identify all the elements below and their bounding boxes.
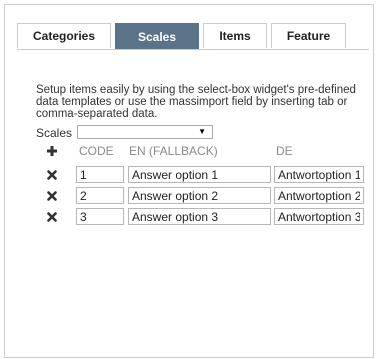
en-fallback-input[interactable] xyxy=(128,187,271,204)
code-input[interactable] xyxy=(76,208,124,225)
table-row xyxy=(0,208,381,226)
table-row xyxy=(0,166,381,184)
times-icon[interactable] xyxy=(47,212,57,222)
tab-bar: Categories Scales Items Feature xyxy=(17,23,369,50)
tab-feature[interactable]: Feature xyxy=(271,23,346,48)
tab-items[interactable]: Items xyxy=(203,23,267,48)
help-text: Setup items easily by using the select-b… xyxy=(36,84,356,120)
scales-select[interactable]: ▼ xyxy=(77,125,213,139)
tab-scales[interactable]: Scales xyxy=(115,23,199,49)
code-input[interactable] xyxy=(76,187,124,204)
de-input[interactable] xyxy=(274,187,364,204)
times-icon[interactable] xyxy=(47,170,57,180)
de-input[interactable] xyxy=(274,208,364,225)
tab-categories[interactable]: Categories xyxy=(17,23,111,48)
scales-label: Scales xyxy=(36,126,73,140)
en-fallback-input[interactable] xyxy=(128,166,271,183)
de-input[interactable] xyxy=(274,166,364,183)
table-row xyxy=(0,187,381,205)
column-header-code: CODE xyxy=(79,144,114,158)
dropdown-caret-icon: ▼ xyxy=(198,127,206,136)
times-icon[interactable] xyxy=(47,191,57,201)
code-input[interactable] xyxy=(76,166,124,183)
column-header-en: EN (FALLBACK) xyxy=(129,144,218,158)
plus-icon[interactable] xyxy=(47,146,57,156)
column-header-de: DE xyxy=(276,144,293,158)
en-fallback-input[interactable] xyxy=(128,208,271,225)
